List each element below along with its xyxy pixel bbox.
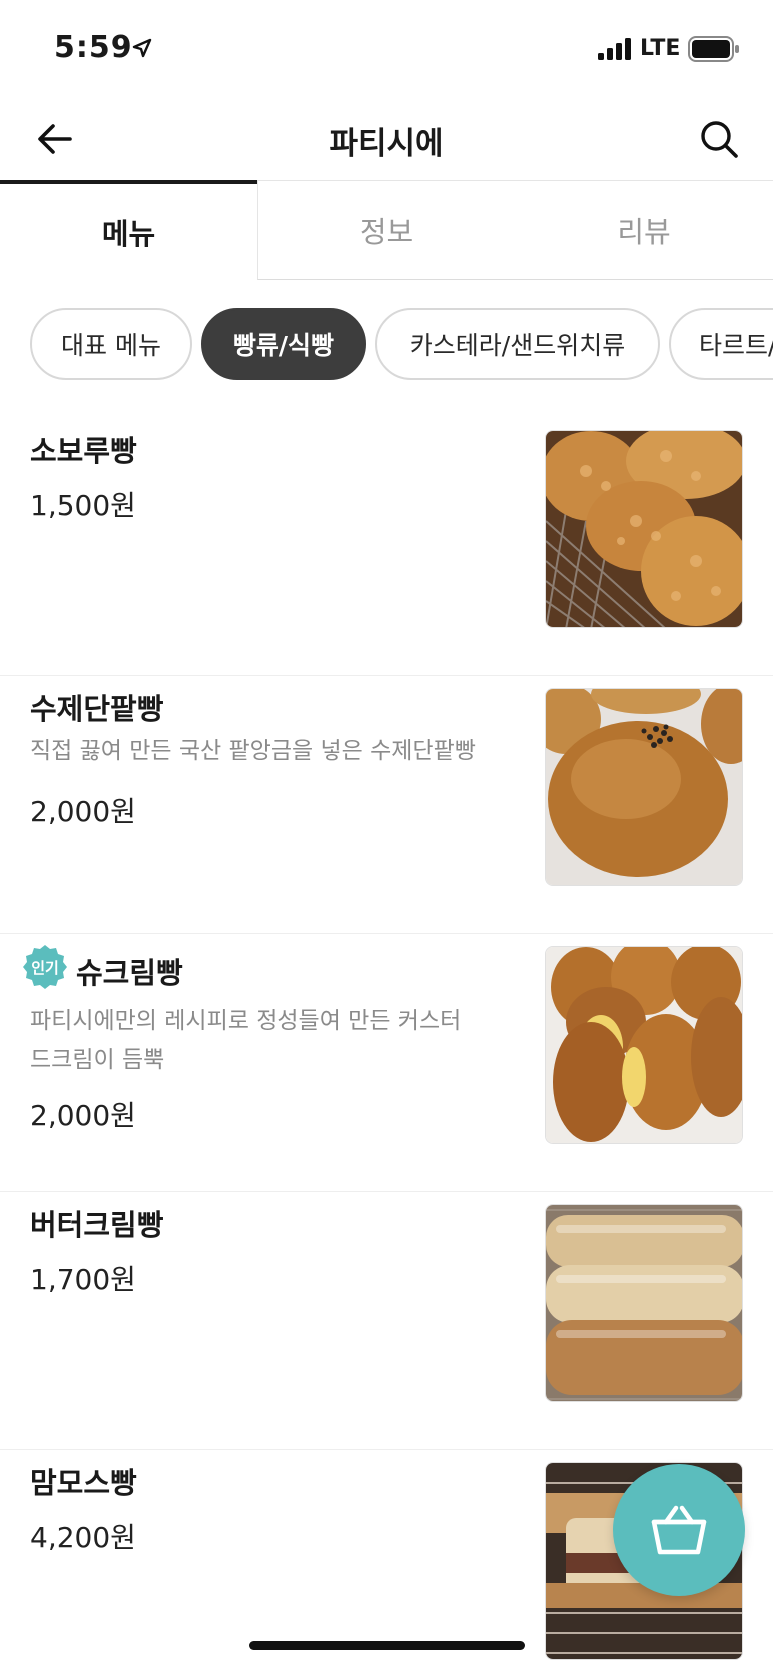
item-description-line1: 파티시에만의 레시피로 정성들여 만든 커스터 [30,1008,462,1034]
item-price: 2,000원 [30,1099,136,1132]
chip-bread[interactable]: 빵류/식빵 [201,308,366,380]
menu-item[interactable]: 버터크림빵 1,700원 [0,1192,773,1450]
back-button[interactable] [30,114,80,164]
tab-info[interactable]: 정보 [257,180,515,280]
battery-icon [688,36,739,62]
item-name: 슈크림빵 [76,956,183,990]
menu-item[interactable]: 소보루빵 1,500원 [0,418,773,676]
item-name: 소보루빵 [30,434,137,468]
network-label: LTE [640,36,681,61]
tab-reviews[interactable]: 리뷰 [515,180,773,280]
status-time: 5:59 [54,30,133,65]
item-price: 4,200원 [30,1521,136,1554]
item-name: 버터크림빵 [30,1208,164,1242]
item-price: 2,000원 [30,795,136,828]
status-bar: 5:59 LTE [0,0,773,100]
location-arrow-icon [132,38,152,58]
tab-menu[interactable]: 메뉴 [0,180,257,280]
cart-button[interactable] [613,1464,745,1596]
item-price: 1,700원 [30,1263,136,1296]
item-description-line2: 드크림이 듬뿍 [30,1047,165,1073]
header: 파티시에 [0,100,773,180]
menu-item[interactable]: 인기 슈크림빵 파티시에만의 레시피로 정성들여 만든 커스터 드크림이 듬뿍 … [0,934,773,1192]
popular-badge: 인기 [22,944,68,990]
category-chips: 대표 메뉴 빵류/식빵 카스테라/샌드위치류 타르트/ [0,308,773,380]
item-image [545,430,743,628]
chip-tart[interactable]: 타르트/ [669,308,773,380]
item-name: 맘모스빵 [30,1466,137,1500]
back-arrow-icon [38,124,72,154]
search-button[interactable] [694,114,744,164]
item-price: 1,500원 [30,489,136,522]
menu-item[interactable]: 수제단팥빵 직접 끓여 만든 국산 팥앙금을 넣은 수제단팥빵 2,000원 [0,676,773,934]
tab-bar: 메뉴 정보 리뷰 [0,180,773,280]
popular-badge-label: 인기 [31,958,59,977]
item-name: 수제단팥빵 [30,692,164,726]
item-image [545,1204,743,1402]
chip-signature-menu[interactable]: 대표 메뉴 [30,308,192,380]
home-indicator [249,1641,525,1650]
chip-castella-sandwich[interactable]: 카스테라/샌드위치류 [375,308,660,380]
item-image [545,688,743,886]
search-icon [701,121,738,158]
item-image [545,946,743,1144]
shopping-basket-icon [651,1505,707,1555]
page-title: 파티시에 [329,126,444,162]
item-description: 직접 끓여 만든 국산 팥앙금을 넣은 수제단팥빵 [30,738,476,764]
signal-icon [598,38,631,60]
